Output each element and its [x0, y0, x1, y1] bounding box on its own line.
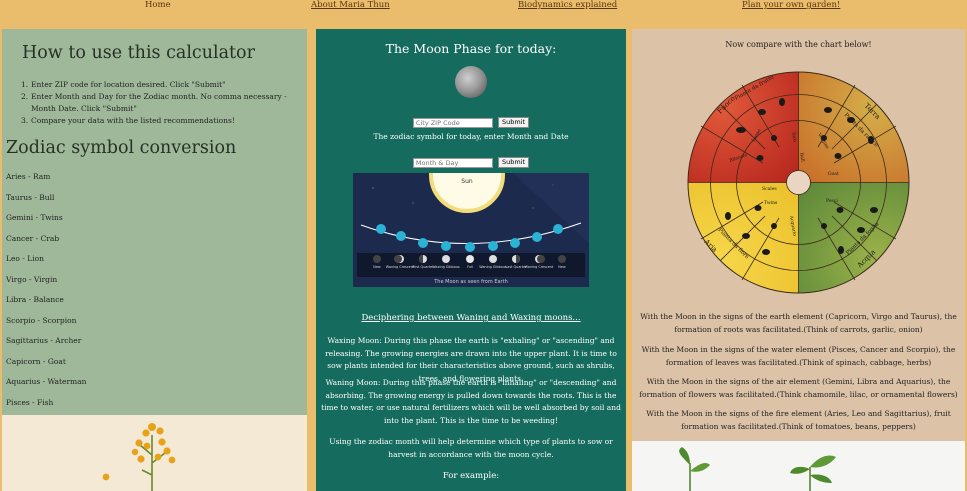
- nav-plan-link[interactable]: Plan your own garden!: [742, 0, 840, 10]
- step-item: 1. Enter ZIP code for location desired. C…: [21, 79, 307, 91]
- zodiac-item: Taurus - Bull: [6, 192, 55, 202]
- compare-title: Now compare with the chart below!: [725, 40, 872, 49]
- step-text: Enter ZIP code for location desired. Cli…: [31, 80, 226, 89]
- zodiac-title: Zodiac symbol conversion: [6, 138, 237, 158]
- phase-labels: New Waxing Crescent First Quarter Waxing…: [373, 265, 566, 269]
- nav-home-link[interactable]: Home: [145, 0, 171, 10]
- zodiac-item: Scorpio - Scorpion: [6, 315, 77, 325]
- for-example-heading: For example:: [442, 471, 500, 481]
- yellow-flower-icon: [102, 423, 176, 491]
- zodiac-element-wheel: Fuoco Terra Acqua Aria Pianta da frutto …: [687, 71, 910, 294]
- sign-label: Pesci: [826, 198, 838, 204]
- zodiac-item: Virgo - Virgin: [6, 274, 58, 284]
- step-item: 3. Compare your data with the listed reco…: [21, 115, 307, 127]
- water-element-text: With the Moon in the signs of the water …: [641, 345, 956, 367]
- waning-text: Waning Moon: During this phase the earth…: [321, 378, 621, 425]
- zodiac-item: Sagittarius - Archer: [6, 336, 82, 345]
- right-column: Now compare with the chart below! Fuoco …: [632, 29, 965, 491]
- moon-phase-title: The Moon Phase for today:: [385, 41, 557, 56]
- earth-element-text: With the Moon in the signs of the earth …: [640, 312, 957, 334]
- sign-label: Goat: [828, 171, 839, 177]
- month-day-input[interactable]: [412, 157, 493, 168]
- moon-phases-diagram: Sun New Waxing Crescent First Quarter Wa…: [353, 173, 589, 287]
- zodiac-list: Aries - Ram Taurus - Bull Gemini - Twins…: [6, 172, 86, 418]
- svg-text:Full: Full: [467, 265, 473, 269]
- sign-label: Scales: [762, 186, 777, 192]
- deciphering-heading: Deciphering between Waning and Waxing mo…: [361, 313, 581, 323]
- svg-text:New: New: [373, 265, 381, 269]
- step-item: 2. Enter Month and Day for the Zodiac mon…: [21, 91, 307, 115]
- middle-column: The Moon Phase for today: Submit The zod…: [316, 29, 626, 491]
- step-text: Compare your data with the listed recomm…: [31, 116, 235, 125]
- fire-element-text: With the Moon in the signs of the fire e…: [646, 409, 951, 431]
- svg-text:Waxing Crescent: Waxing Crescent: [386, 265, 415, 269]
- moon-phase-image: [455, 66, 487, 98]
- svg-text:First Quarter: First Quarter: [412, 265, 434, 269]
- zodiac-item: Leo - Lion: [6, 254, 44, 263]
- air-element-text: With the Moon in the signs of the air el…: [639, 377, 958, 399]
- zodiac-prompt: The zodiac symbol for today, enter Month…: [373, 132, 569, 141]
- flower-illustration: [2, 415, 307, 491]
- step-text: Enter Month and Day for the Zodiac month…: [31, 92, 287, 113]
- zodiac-item: Aries - Ram: [6, 172, 51, 181]
- sign-label: Twins: [764, 200, 778, 206]
- zip-form: Submit: [316, 112, 626, 131]
- zodiac-item: Gemini - Twins: [6, 213, 63, 222]
- nav-biodynamics-link[interactable]: Biodynamics explained: [518, 0, 617, 10]
- usage-text: Using the zodiac month will help determi…: [329, 437, 613, 459]
- phase-icons: [373, 255, 566, 263]
- sun-label: Sun: [461, 178, 473, 185]
- steps-list: 1. Enter ZIP code for location desired. C…: [21, 79, 307, 127]
- instructions-panel: How to use this calculator 1. Enter ZIP c…: [2, 29, 307, 415]
- svg-text:New: New: [558, 265, 566, 269]
- step-number: 2.: [21, 92, 29, 101]
- moon-chart-caption: The Moon as seen from Earth: [433, 279, 508, 285]
- zip-input[interactable]: [412, 117, 493, 128]
- top-nav: Home About Maria Thun Biodynamics explai…: [0, 0, 967, 14]
- zodiac-item: Aquarius - Waterman: [6, 377, 87, 386]
- svg-text:Waxing Gibbous: Waxing Gibbous: [432, 265, 460, 269]
- howto-title: How to use this calculator: [22, 43, 255, 63]
- zodiac-item: Capicorn - Goat: [6, 356, 66, 366]
- date-submit-button[interactable]: Submit: [498, 157, 530, 168]
- zip-submit-button[interactable]: Submit: [498, 117, 530, 128]
- step-number: 3.: [21, 116, 29, 125]
- zodiac-item: Cancer - Crab: [6, 233, 60, 243]
- seedling-icon: [679, 447, 836, 491]
- step-number: 1.: [21, 80, 29, 89]
- date-form: Submit: [316, 152, 626, 171]
- zodiac-item: Libra - Balance: [6, 295, 64, 304]
- nav-about-link[interactable]: About Maria Thun: [311, 0, 390, 10]
- seedling-illustration: [632, 441, 965, 491]
- svg-text:Waning Crescent: Waning Crescent: [525, 265, 554, 269]
- svg-text:Waning Gibbous: Waning Gibbous: [479, 265, 507, 269]
- left-column: How to use this calculator 1. Enter ZIP c…: [2, 29, 307, 491]
